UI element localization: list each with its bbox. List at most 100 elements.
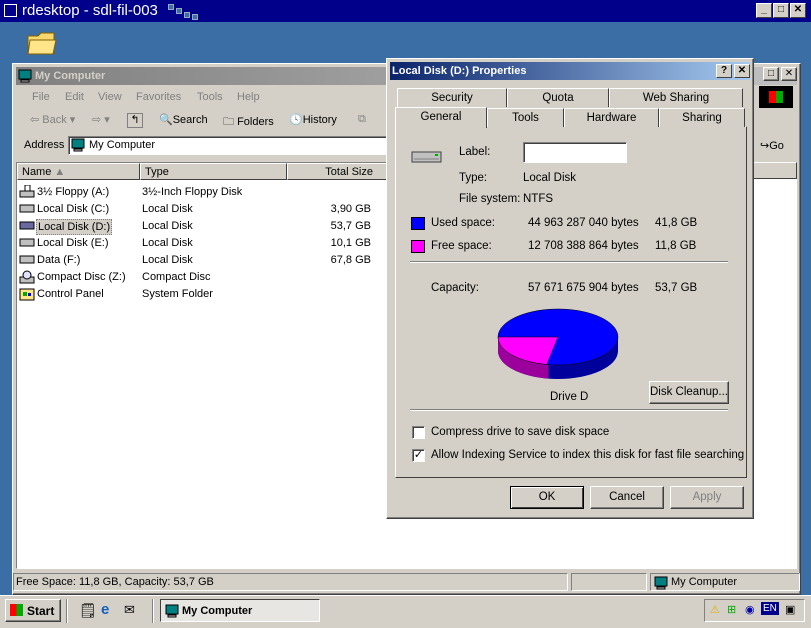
rdesktop-titlebar: rdesktop - sdl-fil-003 _ □ ✕ bbox=[0, 0, 811, 22]
disk-usage-pie bbox=[497, 308, 619, 379]
up-folder-icon[interactable]: ↰ bbox=[127, 113, 143, 128]
warning-icon[interactable]: ⚠ bbox=[710, 603, 720, 616]
windows-logo-icon bbox=[10, 604, 23, 616]
internet-explorer-icon[interactable]: e bbox=[101, 601, 109, 618]
cancel-button[interactable]: Cancel bbox=[590, 486, 664, 509]
type-caption: Type: bbox=[459, 172, 488, 184]
capacity-caption: Capacity: bbox=[431, 282, 479, 294]
go-button[interactable]: ↪Go bbox=[760, 139, 784, 152]
update-icon[interactable]: ◉ bbox=[745, 603, 755, 616]
ok-button[interactable]: OK bbox=[510, 486, 584, 509]
rdesktop-decoration bbox=[168, 4, 208, 20]
move-to-icon[interactable]: ⧉ bbox=[358, 113, 366, 126]
column-name[interactable]: Name ▲ bbox=[17, 163, 140, 180]
go-arrow-icon: ↪ bbox=[760, 140, 770, 152]
status-free-space: Free Space: 11,8 GB, Capacity: 53,7 GB bbox=[13, 573, 568, 591]
capacity-bytes: 57 671 675 904 bytes bbox=[528, 282, 639, 294]
tab-quota[interactable]: Quota bbox=[507, 88, 609, 107]
menu-help[interactable]: Help bbox=[237, 91, 260, 103]
tab-tools[interactable]: Tools bbox=[487, 108, 564, 127]
language-indicator[interactable]: EN bbox=[761, 602, 779, 615]
menu-view[interactable]: View bbox=[98, 91, 122, 103]
taskbar-button-my-computer[interactable]: My Computer bbox=[160, 599, 320, 622]
back-button[interactable]: ⇦ Back ▾ bbox=[30, 113, 75, 126]
list-item[interactable]: Local Disk (C:) Local Disk 3,90 GB bbox=[19, 201, 389, 218]
free-space-gb: 11,8 GB bbox=[655, 240, 697, 252]
menu-edit[interactable]: Edit bbox=[65, 91, 84, 103]
general-tab-panel: Label: Type: Local Disk File system: NTF… bbox=[395, 126, 747, 478]
column-type[interactable]: Type bbox=[140, 163, 287, 180]
network-icon[interactable]: ⊞ bbox=[727, 603, 736, 616]
hard-drive-icon bbox=[19, 204, 35, 213]
dialog-titlebar: Local Disk (D:) Properties ? ✕ bbox=[390, 62, 750, 80]
address-input[interactable]: My Computer bbox=[68, 136, 388, 155]
computer-icon bbox=[71, 138, 85, 152]
menu-favorites[interactable]: Favorites bbox=[136, 91, 181, 103]
menu-tools[interactable]: Tools bbox=[197, 91, 223, 103]
divider bbox=[410, 261, 728, 263]
dialog-title: Local Disk (D:) Properties bbox=[392, 65, 527, 77]
properties-dialog: Local Disk (D:) Properties ? ✕ Security … bbox=[386, 58, 754, 519]
drive-caption: Drive D bbox=[550, 391, 589, 403]
hard-drive-icon bbox=[19, 238, 35, 247]
desktop-quicklaunch-icon[interactable]: 🗒 bbox=[79, 602, 97, 619]
status-location: My Computer bbox=[650, 573, 800, 591]
tab-general[interactable]: General bbox=[395, 107, 487, 128]
label-caption: Label: bbox=[459, 146, 491, 158]
start-button[interactable]: Start bbox=[5, 599, 61, 622]
type-value: Local Disk bbox=[523, 172, 577, 184]
label-input[interactable] bbox=[523, 142, 627, 163]
used-space-gb: 41,8 GB bbox=[655, 217, 698, 229]
system-tray: ⚠ ⊞ ◉ EN ▣ bbox=[704, 599, 805, 622]
mc-maximize-button[interactable]: □ bbox=[763, 67, 779, 81]
column-total-size[interactable]: Total Size bbox=[287, 163, 390, 180]
folders-icon: 🗀 bbox=[223, 116, 234, 128]
separator bbox=[66, 599, 68, 623]
menu-file[interactable]: File bbox=[32, 91, 50, 103]
close-button[interactable]: ✕ bbox=[790, 3, 806, 18]
tab-web-sharing[interactable]: Web Sharing bbox=[609, 88, 743, 107]
capacity-gb: 53,7 GB bbox=[655, 282, 698, 294]
status-pane-empty bbox=[571, 573, 647, 591]
hard-drive-icon bbox=[19, 221, 35, 230]
divider bbox=[410, 409, 728, 411]
control-panel-icon bbox=[19, 288, 35, 301]
folders-button[interactable]: 🗀 Folders bbox=[223, 113, 274, 132]
address-label: Address bbox=[24, 139, 65, 151]
list-item[interactable]: 3½ Floppy (A:) 3½-Inch Floppy Disk bbox=[19, 184, 389, 201]
tab-security[interactable]: Security bbox=[397, 88, 507, 107]
free-space-caption: Free space: bbox=[431, 240, 492, 252]
separator bbox=[152, 599, 154, 623]
list-item[interactable]: Data (F:) Local Disk 67,8 GB bbox=[19, 252, 389, 269]
used-space-swatch bbox=[411, 217, 425, 230]
computer-icon bbox=[654, 576, 668, 590]
maximize-button[interactable]: □ bbox=[773, 3, 789, 18]
computer-icon bbox=[165, 604, 179, 618]
list-item[interactable]: Compact Disc (Z:) Compact Disc bbox=[19, 269, 389, 286]
tab-sharing[interactable]: Sharing bbox=[659, 108, 745, 127]
search-icon: 🔍 bbox=[159, 114, 173, 126]
tab-hardware[interactable]: Hardware bbox=[564, 108, 659, 127]
folder-icon[interactable] bbox=[26, 26, 58, 58]
minimize-button[interactable]: _ bbox=[756, 3, 772, 18]
dialog-close-button[interactable]: ✕ bbox=[734, 64, 750, 78]
list-item[interactable]: Local Disk (E:) Local Disk 10,1 GB bbox=[19, 235, 389, 252]
display-icon[interactable]: ▣ bbox=[785, 603, 795, 616]
compress-checkbox[interactable] bbox=[412, 426, 425, 439]
floppy-drive-icon bbox=[19, 185, 35, 198]
status-bar: Free Space: 11,8 GB, Capacity: 53,7 GB M… bbox=[13, 572, 802, 592]
indexing-checkbox[interactable]: ✓ bbox=[412, 449, 425, 462]
outlook-express-icon[interactable]: ✉ bbox=[124, 602, 135, 618]
list-item[interactable]: Control Panel System Folder bbox=[19, 286, 389, 303]
help-button[interactable]: ? bbox=[716, 64, 732, 78]
disk-cleanup-button[interactable]: Disk Cleanup... bbox=[649, 381, 729, 404]
search-button[interactable]: 🔍Search bbox=[159, 113, 208, 126]
mc-close-button[interactable]: ✕ bbox=[781, 67, 797, 81]
hard-drive-icon bbox=[411, 151, 442, 163]
list-item-selected[interactable]: Local Disk (D:) Local Disk 53,7 GB bbox=[19, 218, 389, 235]
history-button[interactable]: 🕓History bbox=[289, 113, 337, 126]
apply-button[interactable]: Apply bbox=[670, 486, 744, 509]
rdesktop-title: rdesktop - sdl-fil-003 bbox=[22, 2, 158, 19]
forward-button[interactable]: ⇨ ▾ bbox=[92, 113, 110, 126]
free-space-swatch bbox=[411, 240, 425, 253]
